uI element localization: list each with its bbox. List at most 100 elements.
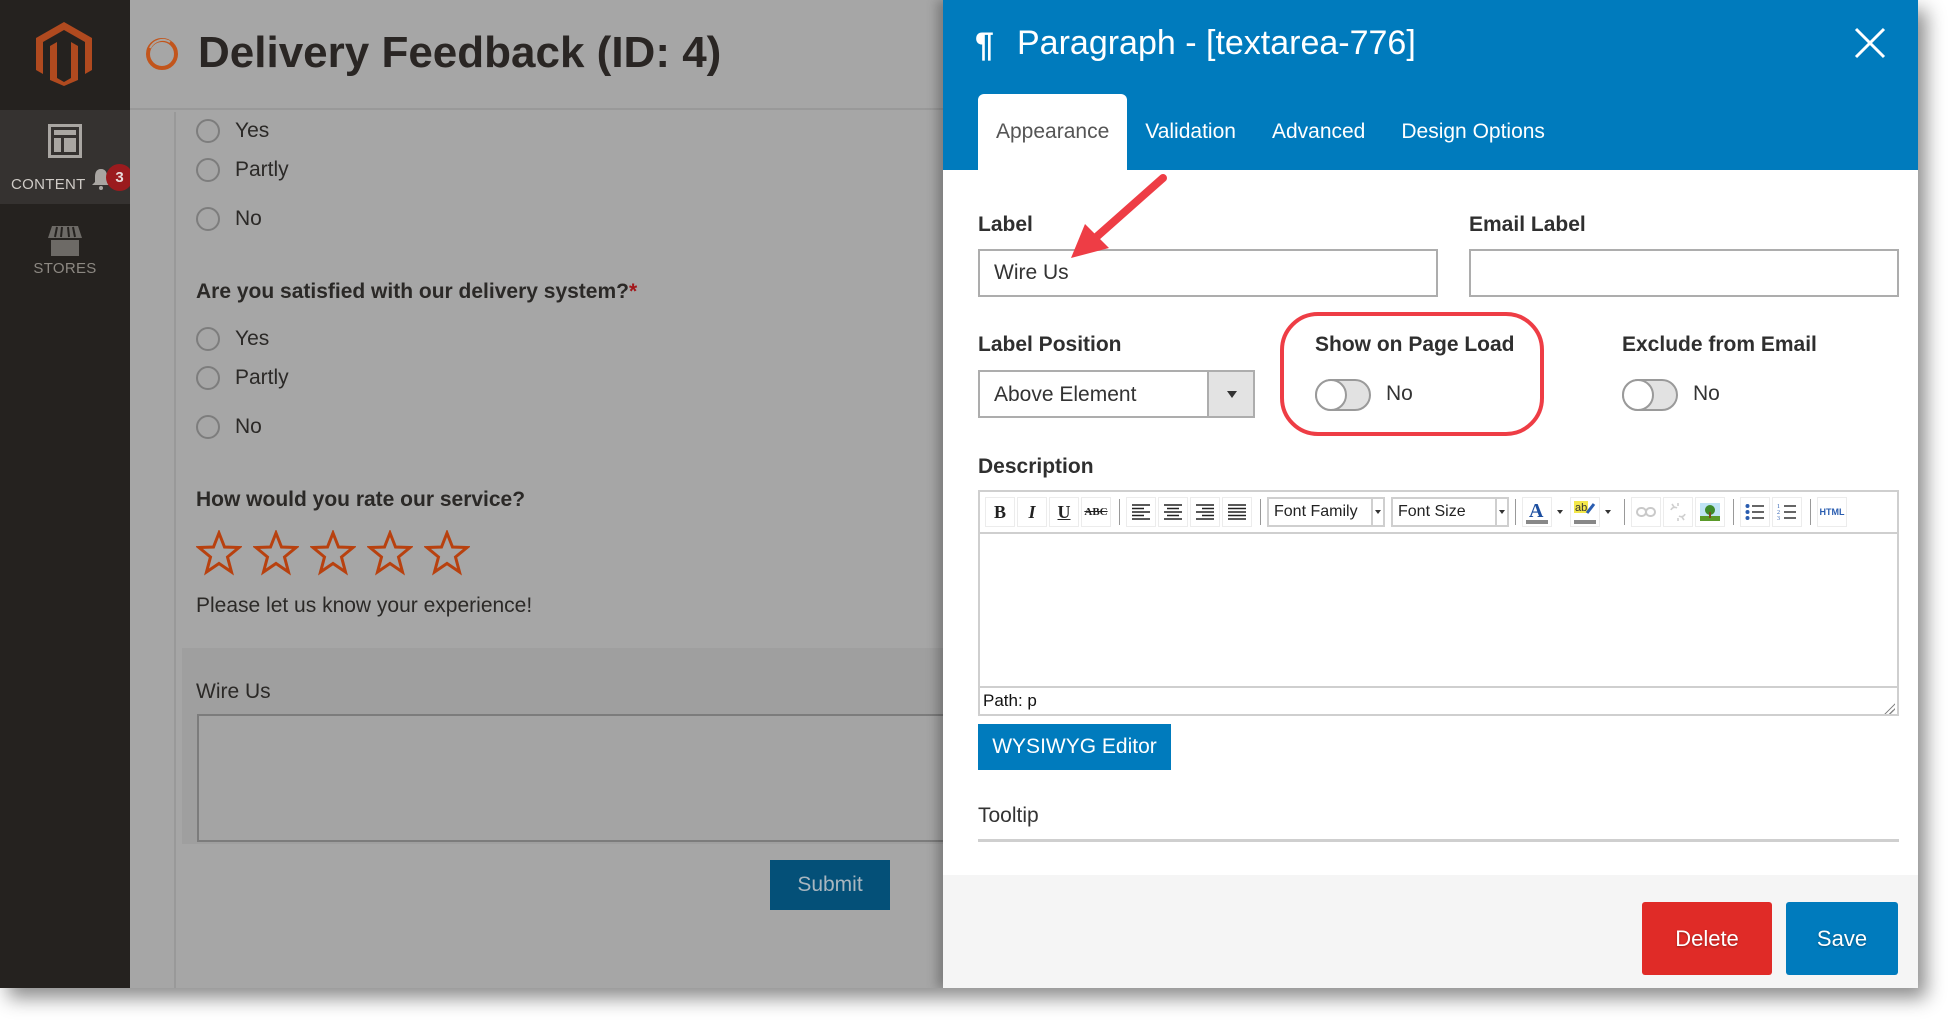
screen: CONTENT 3 STORES Delivery Feedback (ID: … xyxy=(0,0,1918,988)
editor-path: Path: p xyxy=(980,686,1897,716)
label-position-value: Above Element xyxy=(994,383,1137,406)
unlink-icon[interactable] xyxy=(1663,497,1693,527)
sidebar-item-label: STORES xyxy=(33,260,97,277)
submit-button[interactable]: Submit xyxy=(770,860,890,910)
text-color-icon[interactable]: A xyxy=(1522,497,1552,527)
panel-title: Paragraph - [textarea-776] xyxy=(1017,24,1416,62)
sidebar-item-stores[interactable]: STORES xyxy=(0,216,130,296)
admin-sidebar: CONTENT 3 STORES xyxy=(0,0,133,988)
editor-toolbar: B I U ABC Font Family Font Size A ab 1 2… xyxy=(980,492,1897,534)
chevron-down-icon[interactable] xyxy=(1554,497,1566,527)
resize-handle-icon[interactable] xyxy=(1883,702,1895,714)
radio-button[interactable] xyxy=(196,119,220,143)
html-source-icon[interactable]: HTML xyxy=(1817,497,1847,527)
description-editor: B I U ABC Font Family Font Size A ab 1 2… xyxy=(978,490,1899,716)
wysiwyg-editor-button[interactable]: WYSIWYG Editor xyxy=(978,724,1171,770)
show-on-page-load-toggle[interactable] xyxy=(1315,379,1371,411)
radio-option[interactable]: Partly xyxy=(196,366,289,390)
toolbar-divider xyxy=(1515,499,1516,525)
close-icon[interactable] xyxy=(1853,26,1887,60)
description-title: Description xyxy=(978,455,1094,478)
email-label-input[interactable] xyxy=(1469,249,1899,297)
content-layout-icon xyxy=(48,124,82,158)
align-justify-icon[interactable] xyxy=(1222,497,1252,527)
font-family-select[interactable]: Font Family xyxy=(1267,497,1385,527)
radio-button[interactable] xyxy=(196,327,220,351)
toggle-state: No xyxy=(1386,382,1413,405)
textarea-label: Wire Us xyxy=(196,680,271,703)
underline-icon[interactable]: U xyxy=(1049,497,1079,527)
panel-tabs: Appearance Validation Advanced Design Op… xyxy=(978,94,1563,170)
star-icon[interactable] xyxy=(310,530,356,576)
editor-content-area[interactable] xyxy=(980,534,1897,686)
star-icon[interactable] xyxy=(367,530,413,576)
radio-button[interactable] xyxy=(196,415,220,439)
toggle-knob xyxy=(1315,379,1347,411)
label-input[interactable] xyxy=(978,249,1438,297)
svg-text:A: A xyxy=(1529,500,1544,522)
toolbar-divider xyxy=(1733,499,1734,525)
font-size-select[interactable]: Font Size xyxy=(1391,497,1509,527)
bold-icon[interactable]: B xyxy=(985,497,1015,527)
radio-button[interactable] xyxy=(196,158,220,182)
radio-option[interactable]: No xyxy=(196,415,262,439)
radio-option[interactable]: Yes xyxy=(196,327,269,351)
chevron-down-icon[interactable] xyxy=(1207,372,1253,416)
chevron-down-icon[interactable] xyxy=(1602,497,1614,527)
question-label: Are you satisfied with our delivery syst… xyxy=(196,280,638,303)
label-position-title: Label Position xyxy=(978,333,1122,356)
radio-option[interactable]: Yes xyxy=(196,119,269,143)
tab-design-options[interactable]: Design Options xyxy=(1383,94,1563,170)
rating-hint: Please let us know your experience! xyxy=(196,594,533,617)
element-settings-panel: ¶ Paragraph - [textarea-776] Appearance … xyxy=(943,0,1918,988)
radio-button[interactable] xyxy=(196,366,220,390)
highlight-color-icon[interactable]: ab xyxy=(1570,497,1600,527)
show-on-page-load-title: Show on Page Load xyxy=(1315,333,1515,356)
star-icon[interactable] xyxy=(253,530,299,576)
star-rating[interactable] xyxy=(196,530,470,576)
chevron-down-icon xyxy=(1495,499,1507,525)
tab-advanced[interactable]: Advanced xyxy=(1254,94,1383,170)
tab-validation[interactable]: Validation xyxy=(1127,94,1254,170)
radio-button[interactable] xyxy=(196,207,220,231)
align-left-icon[interactable] xyxy=(1126,497,1156,527)
toolbar-divider xyxy=(1260,499,1261,525)
link-icon[interactable] xyxy=(1631,497,1661,527)
label-position-select[interactable]: Above Element xyxy=(978,370,1255,418)
magento-logo-icon[interactable] xyxy=(36,22,92,86)
chevron-down-icon xyxy=(1371,499,1383,525)
tab-appearance[interactable]: Appearance xyxy=(978,94,1128,170)
toolbar-divider xyxy=(1810,499,1811,525)
delete-button[interactable]: Delete xyxy=(1642,902,1772,975)
star-icon[interactable] xyxy=(196,530,242,576)
numbered-list-icon[interactable]: 123 xyxy=(1772,497,1802,527)
toolbar-divider xyxy=(1119,499,1120,525)
paragraph-icon: ¶ xyxy=(975,26,994,64)
exclude-from-email-toggle[interactable] xyxy=(1622,379,1678,411)
required-mark: * xyxy=(628,280,638,303)
save-button[interactable]: Save xyxy=(1786,902,1898,975)
form-spinner-icon xyxy=(146,38,178,70)
italic-icon[interactable]: I xyxy=(1017,497,1047,527)
sidebar-item-content[interactable]: CONTENT 3 xyxy=(0,110,133,204)
label-field-title: Label xyxy=(978,213,1033,236)
bullet-list-icon[interactable] xyxy=(1740,497,1770,527)
exclude-from-email-title: Exclude from Email xyxy=(1622,333,1817,356)
store-icon xyxy=(48,226,82,256)
insert-image-icon[interactable] xyxy=(1695,497,1725,527)
strikethrough-icon[interactable]: ABC xyxy=(1081,497,1111,527)
radio-option[interactable]: Partly xyxy=(196,158,289,182)
highlight-annotation xyxy=(1280,312,1544,436)
question-label: How would you rate our service? xyxy=(196,488,526,511)
svg-text:ab: ab xyxy=(1575,502,1587,514)
star-icon[interactable] xyxy=(424,530,470,576)
email-label-field-title: Email Label xyxy=(1469,213,1586,236)
panel-footer: Delete Save xyxy=(943,875,1918,988)
toggle-knob xyxy=(1622,379,1654,411)
align-center-icon[interactable] xyxy=(1158,497,1188,527)
toolbar-divider xyxy=(1624,499,1625,525)
radio-option[interactable]: No xyxy=(196,207,262,231)
panel-header: ¶ Paragraph - [textarea-776] Appearance … xyxy=(943,0,1918,170)
align-right-icon[interactable] xyxy=(1190,497,1220,527)
notification-badge: 3 xyxy=(106,164,133,191)
